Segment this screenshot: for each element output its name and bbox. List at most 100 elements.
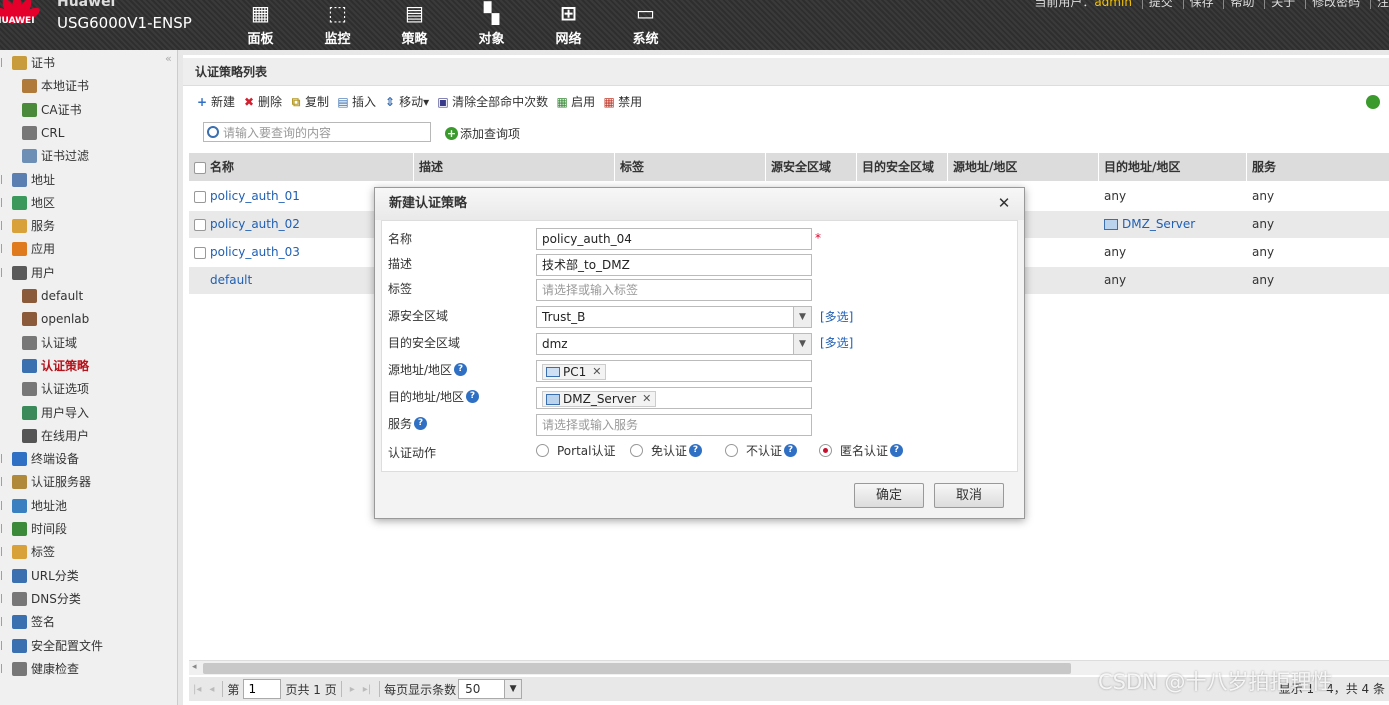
radio-button[interactable] (725, 444, 738, 457)
search-input[interactable]: 请输入要查询的内容 (203, 122, 431, 142)
move-button[interactable]: ⇕ 移动▾ (383, 93, 429, 110)
nav-system[interactable]: ▭ 系统 (607, 0, 684, 50)
radio-button[interactable] (536, 444, 549, 457)
clear-hits-button[interactable]: ▣ 清除全部命中次数 (436, 93, 548, 110)
disable-button[interactable]: ▦ 禁用 (602, 93, 642, 110)
column-src-zone[interactable]: 源安全区域 (766, 153, 857, 181)
auth-action-radio[interactable]: 免认证? (630, 442, 703, 459)
help-icon[interactable]: ? (466, 390, 480, 403)
sidebar-item[interactable]: | 用户 (0, 263, 55, 283)
sidebar-item[interactable]: | 健康检查 (0, 659, 79, 679)
tree-toggle-icon[interactable]: | (0, 496, 8, 516)
tree-toggle-icon[interactable]: | (0, 193, 8, 213)
policy-name-link[interactable]: policy_auth_01 (210, 189, 300, 203)
sidebar-item[interactable]: 在线用户 (22, 426, 89, 446)
tree-toggle-icon[interactable]: | (0, 589, 8, 609)
sidebar-item[interactable]: | URL分类 (0, 566, 79, 586)
policy-name-link[interactable]: policy_auth_02 (210, 217, 300, 231)
enable-button[interactable]: ▦ 启用 (555, 93, 595, 110)
nav-network[interactable]: ⊞ 网络 (530, 0, 607, 50)
sidebar-item[interactable]: 认证域 (22, 333, 77, 353)
first-page-icon[interactable]: |◂ (193, 684, 201, 695)
scroll-left-icon[interactable]: ◂ (192, 662, 197, 672)
sidebar-item[interactable]: | 签名 (0, 612, 55, 632)
row-checkbox[interactable] (194, 246, 206, 259)
tree-toggle-icon[interactable]: | (0, 53, 8, 73)
ok-button[interactable]: 确定 (854, 483, 924, 508)
tree-toggle-icon[interactable]: | (0, 170, 8, 190)
sidebar-item[interactable]: 认证选项 (22, 379, 89, 399)
remove-tag-icon[interactable]: ✕ (592, 365, 601, 379)
column-service[interactable]: 服务 (1247, 153, 1389, 181)
src-zone-select[interactable]: Trust_B ▼ (536, 306, 812, 328)
row-checkbox[interactable] (194, 218, 206, 231)
tree-toggle-icon[interactable]: | (0, 216, 8, 236)
sidebar-item[interactable]: | 标签 (0, 542, 55, 562)
tree-toggle-icon[interactable]: | (0, 659, 8, 679)
tree-toggle-icon[interactable]: | (0, 566, 8, 586)
sidebar-item[interactable]: | DNS分类 (0, 589, 81, 609)
delete-button[interactable]: ✖ 删除 (242, 93, 282, 110)
help-icon[interactable]: ? (454, 363, 468, 376)
column-dst-zone[interactable]: 目的安全区域 (857, 153, 948, 181)
sidebar-item[interactable]: openlab (22, 309, 89, 329)
add-button[interactable]: + 新建 (195, 93, 235, 110)
tag-field[interactable]: 请选择或输入标签 (536, 279, 812, 301)
about-link[interactable]: 关于 (1271, 0, 1295, 9)
save-link[interactable]: 保存 (1190, 0, 1214, 9)
sidebar-item[interactable]: | 服务 (0, 216, 55, 236)
close-icon[interactable]: ✕ (996, 195, 1012, 211)
row-checkbox[interactable] (194, 190, 206, 203)
sidebar-item[interactable]: | 地址池 (0, 496, 67, 516)
column-src-addr[interactable]: 源地址/地区 (948, 153, 1099, 181)
src-zone-multi-select-link[interactable]: [多选] (820, 308, 853, 325)
select-all-checkbox[interactable] (194, 161, 206, 174)
tree-toggle-icon[interactable]: | (0, 542, 8, 562)
sidebar-item[interactable]: | 安全配置文件 (0, 636, 103, 656)
src-addr-field[interactable]: PC1 ✕ (536, 360, 812, 382)
policy-name-link[interactable]: policy_auth_03 (210, 245, 300, 259)
scrollbar-thumb[interactable] (203, 663, 1071, 674)
sidebar-item[interactable]: 本地证书 (22, 76, 89, 96)
tree-toggle-icon[interactable]: | (0, 449, 8, 469)
page-number-input[interactable] (243, 679, 282, 699)
radio-button[interactable] (819, 444, 832, 457)
submit-link[interactable]: 提交 (1149, 0, 1173, 9)
sidebar-item[interactable]: | 地区 (0, 193, 55, 213)
sidebar-item[interactable]: | 时间段 (0, 519, 67, 539)
prev-page-icon[interactable]: ◂ (209, 684, 214, 695)
refresh-icon[interactable] (1366, 95, 1380, 109)
column-description[interactable]: 描述 (414, 153, 615, 181)
per-page-select[interactable]: 50 ▼ (458, 679, 523, 699)
nav-policy[interactable]: ▤ 策略 (376, 0, 453, 50)
collapse-sidebar-icon[interactable]: « (165, 52, 172, 65)
last-page-icon[interactable]: ▸| (363, 684, 371, 695)
column-tag[interactable]: 标签 (615, 153, 766, 181)
help-icon[interactable]: ? (414, 417, 428, 430)
help-icon[interactable]: ? (689, 444, 703, 457)
nav-monitor[interactable]: ⬚ 监控 (299, 0, 376, 50)
dst-addr-field[interactable]: DMZ_Server ✕ (536, 387, 812, 409)
auth-action-radio[interactable]: 匿名认证? (819, 442, 904, 459)
logout-link[interactable]: 注 (1377, 0, 1389, 9)
tree-toggle-icon[interactable]: | (0, 263, 8, 283)
sidebar-item[interactable]: | 应用 (0, 239, 55, 259)
column-dst-addr[interactable]: 目的地址/地区 (1099, 153, 1247, 181)
insert-button[interactable]: ▤ 插入 (336, 93, 376, 110)
add-query-button[interactable]: + 添加查询项 (445, 125, 520, 142)
copy-button[interactable]: ⧉ 复制 (289, 93, 329, 110)
sidebar-item[interactable]: default (22, 286, 83, 306)
change-password-link[interactable]: 修改密码 (1312, 0, 1360, 9)
cancel-button[interactable]: 取消 (934, 483, 1004, 508)
sidebar-item[interactable]: | 地址 (0, 170, 55, 190)
description-field[interactable]: 技术部_to_DMZ (536, 254, 812, 276)
column-name[interactable]: 名称 (189, 153, 414, 181)
radio-button[interactable] (630, 444, 643, 457)
sidebar-item[interactable]: | 证书 (0, 53, 55, 73)
sidebar-item[interactable]: | 终端设备 (0, 449, 79, 469)
next-page-icon[interactable]: ▸ (350, 684, 355, 695)
tree-toggle-icon[interactable]: | (0, 239, 8, 259)
sidebar-item[interactable]: 用户导入 (22, 403, 89, 423)
tree-toggle-icon[interactable]: | (0, 612, 8, 632)
tree-toggle-icon[interactable]: | (0, 519, 8, 539)
